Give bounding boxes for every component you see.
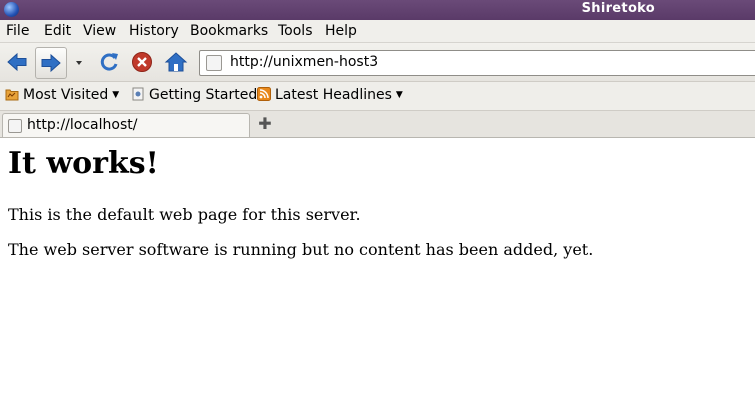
page-paragraph: The web server software is running but n… [8, 240, 594, 259]
home-button[interactable] [164, 50, 188, 74]
chevron-down-icon: ▼ [395, 90, 403, 100]
reload-button[interactable] [97, 50, 121, 74]
tab-localhost[interactable]: http://localhost/ [2, 113, 250, 137]
page-paragraph: This is the default web page for this se… [8, 205, 361, 224]
url-input[interactable] [230, 53, 730, 71]
forward-arrow-icon [41, 53, 61, 73]
menu-view[interactable]: View [83, 23, 116, 39]
back-arrow-icon [7, 52, 27, 72]
bookmark-label: Latest Headlines [275, 87, 392, 103]
menu-tools[interactable]: Tools [278, 23, 313, 39]
firefox-logo-icon[interactable] [4, 2, 19, 17]
chevron-down-icon: ▼ [112, 90, 120, 100]
home-icon [164, 52, 188, 72]
window-titlebar: Shiretoko [0, 0, 755, 20]
new-tab-plus-icon[interactable]: ✚ [256, 115, 274, 133]
reload-icon [100, 53, 118, 71]
history-dropdown-icon [76, 61, 82, 65]
site-identity-icon[interactable] [206, 55, 222, 71]
bookmark-label: Getting Started [149, 87, 258, 103]
bookmark-label: Most Visited [23, 87, 109, 103]
bookmark-getting-started[interactable]: Getting Started [131, 87, 257, 105]
history-dropdown-button[interactable] [70, 50, 88, 74]
bookmark-most-visited[interactable]: Most Visited ▼ [5, 87, 119, 105]
menu-help[interactable]: Help [325, 23, 357, 39]
bookmarks-toolbar: Most Visited ▼ Getting Started Latest Hea… [0, 82, 755, 111]
tab-bar: http://localhost/ ✚ [0, 111, 755, 138]
tab-favicon-icon [8, 119, 22, 133]
tab-label: http://localhost/ [27, 117, 138, 133]
url-bar[interactable] [199, 50, 755, 76]
menu-bookmarks[interactable]: Bookmarks [190, 23, 268, 39]
page-icon [132, 87, 144, 101]
stop-button[interactable] [130, 50, 154, 74]
rss-feed-icon [257, 87, 271, 101]
bookmark-folder-icon [5, 89, 19, 101]
menu-file[interactable]: File [6, 23, 29, 39]
page-content: It works! This is the default web page f… [0, 138, 755, 408]
forward-button[interactable] [35, 47, 67, 79]
navigation-toolbar [0, 43, 755, 82]
menu-bar: File Edit View History Bookmarks Tools H… [0, 20, 755, 43]
page-heading: It works! [8, 146, 159, 181]
menu-edit[interactable]: Edit [44, 23, 71, 39]
window-title: Shiretoko [581, 1, 655, 16]
menu-history[interactable]: History [129, 23, 179, 39]
back-button[interactable] [5, 50, 29, 74]
bookmark-latest-headlines[interactable]: Latest Headlines ▼ [257, 87, 403, 105]
stop-icon [132, 52, 152, 72]
